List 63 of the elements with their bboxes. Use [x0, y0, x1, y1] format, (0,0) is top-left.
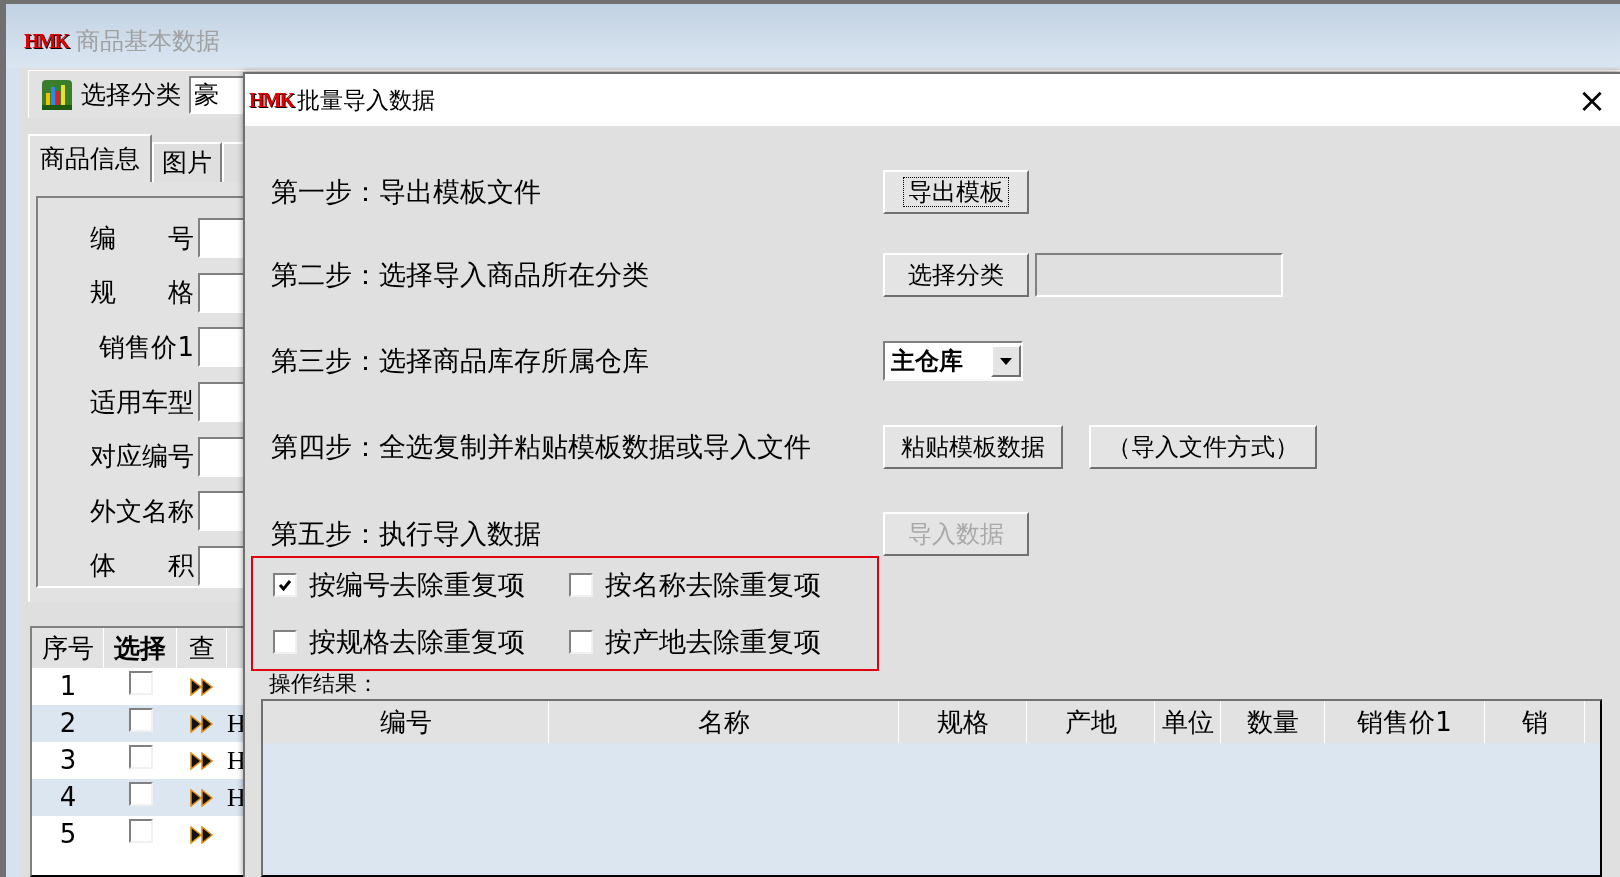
table-cell-text: 1	[58, 670, 78, 703]
dialog-title: 批量导入数据	[297, 85, 435, 115]
result-label: 操作结果：	[269, 671, 379, 697]
column-header: 销	[1485, 701, 1585, 743]
tab[interactable]: 商品信息	[28, 134, 152, 182]
column-header: 产地	[1027, 701, 1155, 743]
category-field[interactable]	[1035, 253, 1283, 297]
tab[interactable]: 图片	[152, 142, 222, 182]
button[interactable]: 导出模板	[883, 170, 1029, 214]
checkbox[interactable]	[128, 708, 153, 732]
field-label: 外文名称	[89, 494, 195, 528]
column-header: 规格	[899, 701, 1027, 743]
table-cell-text: H	[227, 708, 246, 740]
warehouse-dropdown[interactable]: 主仓库	[883, 341, 1023, 381]
checkbox[interactable]	[128, 782, 153, 806]
logo: HMK	[24, 31, 68, 51]
field-label: 规 格	[89, 276, 195, 310]
bar-chart-icon	[41, 78, 73, 111]
checkbox[interactable]	[273, 573, 297, 598]
checkbox[interactable]	[569, 573, 593, 598]
table-cell-text: 4	[58, 781, 78, 814]
step-label: 第四步：全选复制并粘贴模板数据或导入文件	[271, 429, 812, 464]
field-label: 编 号	[89, 221, 195, 255]
fast-forward-icon[interactable]	[190, 788, 214, 807]
step-label: 第一步：导出模板文件	[271, 174, 542, 209]
fast-forward-icon[interactable]	[190, 825, 214, 844]
button[interactable]: 粘贴模板数据	[883, 425, 1063, 469]
column-header: 数量	[1221, 701, 1325, 743]
fast-forward-icon[interactable]	[190, 751, 214, 770]
category-button[interactable]: 选择分类	[41, 74, 181, 115]
field-label: 适用车型	[89, 385, 195, 419]
step-label: 第五步：执行导入数据	[271, 516, 542, 551]
window-title: 商品基本数据	[76, 26, 220, 57]
table-cell-text: 5	[58, 818, 78, 851]
option-label: 按编号去除重复项	[309, 568, 525, 602]
checkbox[interactable]	[569, 629, 593, 654]
column-header: 单位	[1155, 701, 1221, 743]
field-label: 对应编号	[89, 440, 195, 474]
checkbox[interactable]	[273, 629, 297, 654]
checkbox[interactable]	[128, 745, 153, 769]
checkbox[interactable]	[128, 819, 153, 843]
field-label: 体 积	[89, 549, 195, 583]
table-cell-text: H	[227, 745, 246, 777]
step-label: 第三步：选择商品库存所属仓库	[271, 343, 650, 378]
column-header: 名称	[549, 701, 899, 743]
checkbox[interactable]	[128, 671, 153, 695]
field-label: 销售价1	[98, 330, 195, 364]
option-label: 按规格去除重复项	[309, 624, 525, 659]
column-header: 编号	[263, 701, 549, 743]
check-icon	[278, 578, 292, 593]
button[interactable]: （导入文件方式）	[1089, 425, 1317, 469]
dropdown-value: 主仓库	[891, 346, 964, 377]
table-cell-text: 2	[58, 707, 78, 740]
close-button[interactable]: ×	[1564, 74, 1620, 126]
table-cell-text: 3	[58, 744, 78, 777]
button[interactable]: 选择分类	[883, 253, 1029, 297]
option-label: 按名称去除重复项	[605, 568, 821, 602]
option-label: 按产地去除重复项	[605, 624, 821, 659]
table-cell-text: H	[227, 782, 246, 814]
column-header: 销售价1	[1325, 701, 1485, 743]
step-label: 第二步：选择导入商品所在分类	[271, 257, 650, 292]
fast-forward-icon[interactable]	[190, 677, 214, 696]
fast-forward-icon[interactable]	[190, 714, 214, 733]
